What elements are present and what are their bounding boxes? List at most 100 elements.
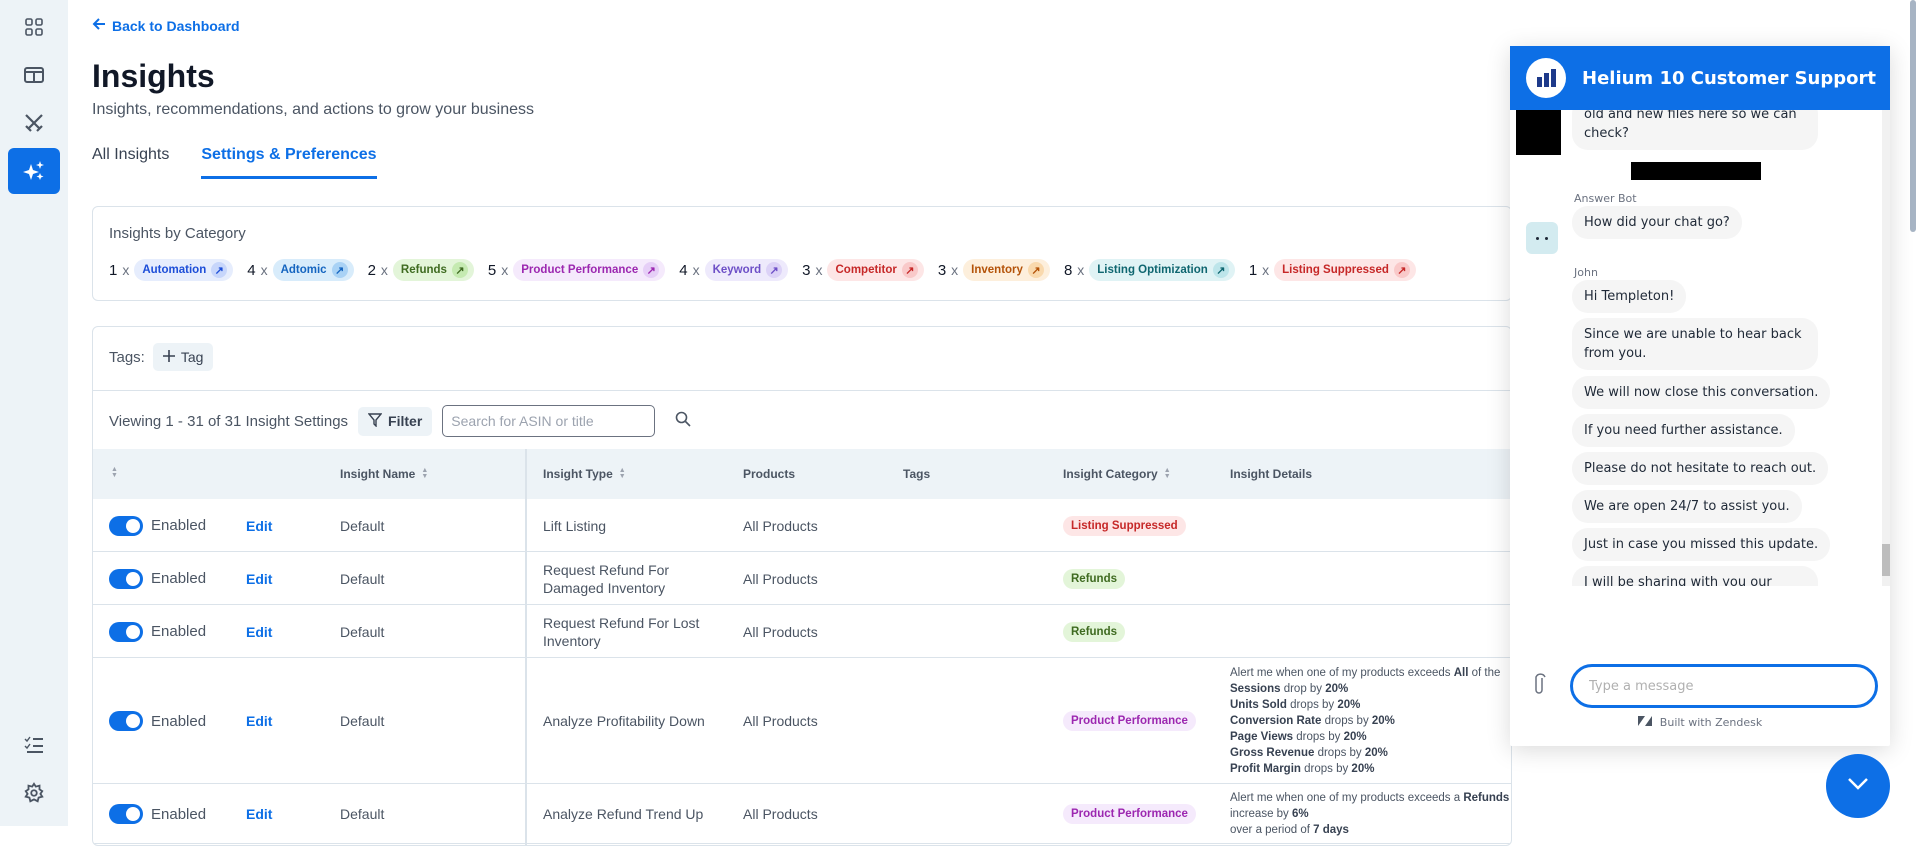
edit-cell: Edit <box>246 784 272 844</box>
enabled-toggle[interactable] <box>109 568 143 589</box>
insight-type-cell: Lift Listing <box>543 517 607 534</box>
zendesk-footer[interactable]: Built with Zendesk <box>1510 716 1890 729</box>
plus-icon <box>162 349 175 365</box>
category-chip-label: Competitor <box>835 264 897 276</box>
grid-icon[interactable] <box>17 10 51 44</box>
category-multiplier: x <box>815 262 823 278</box>
insight-detail-line: Page Views drops by 20% <box>1230 731 1367 743</box>
gear-icon[interactable] <box>17 776 51 810</box>
insight-type-cell: Request Refund For Damaged Inventory <box>543 561 670 596</box>
table-header: ▲ ▼ Insight Name ▲ ▼ Insight Type ▲ ▼ Product… <box>93 449 1511 499</box>
status-cell: Enabled <box>109 499 206 552</box>
checklist-icon[interactable] <box>17 728 51 762</box>
category-multiplier: x <box>501 262 509 278</box>
search-icon[interactable] <box>675 411 691 431</box>
category-chip[interactable]: Keyword ↗ <box>704 259 789 281</box>
message-input[interactable] <box>1570 664 1878 708</box>
table-row: Enabled Edit Default Request Refund For Dam… <box>93 552 1511 605</box>
status-cell: Enabled <box>109 658 206 784</box>
category-chip[interactable]: Adtomic ↗ <box>272 259 354 281</box>
category-multiplier: x <box>1262 262 1270 278</box>
enabled-toggle[interactable] <box>109 711 143 731</box>
add-tag-button[interactable]: Tag <box>152 343 214 371</box>
insight-detail-line: Conversion Rate drops by 20% <box>1230 715 1395 727</box>
products-cell: All Products <box>743 570 818 587</box>
tabs: All Insights Settings & Preferences <box>92 146 377 179</box>
table-row: Enabled Edit Default Analyze Refund Trend U… <box>93 784 1511 844</box>
category-count: 4 <box>247 261 256 279</box>
edit-link[interactable]: Edit <box>246 571 272 587</box>
sort-icon[interactable]: ▲ ▼ <box>1164 467 1171 480</box>
column-insight-name[interactable]: Insight Name ▲ ▼ <box>340 467 428 481</box>
insight-type-cell: Request Refund For Lost Inventory <box>543 614 700 649</box>
tab-settings-preferences[interactable]: Settings & Preferences <box>201 146 377 179</box>
category-multiplier: x <box>951 262 959 278</box>
sort-icon[interactable]: ▲ ▼ <box>111 466 118 479</box>
category-count: 3 <box>937 261 947 279</box>
category-chip[interactable]: Competitor ↗ <box>827 259 924 281</box>
enabled-toggle[interactable] <box>109 804 143 824</box>
category-chip[interactable]: Listing Suppressed ↗ <box>1274 259 1416 281</box>
column-insight-type[interactable]: Insight Type ▲ ▼ <box>543 467 626 481</box>
edit-link[interactable]: Edit <box>246 518 272 534</box>
chat-title: Helium 10 Customer Support <box>1582 67 1876 89</box>
tab-all-insights[interactable]: All Insights <box>92 146 169 179</box>
sort-icon[interactable]: ▲ ▼ <box>421 467 428 480</box>
chat-minimize-button[interactable] <box>1826 754 1890 818</box>
insight-details-cell: Alert me when one of my products exceeds… <box>1230 658 1500 784</box>
enabled-toggle[interactable] <box>109 515 143 536</box>
paperclip-icon[interactable] <box>1532 672 1546 702</box>
category-chip[interactable]: Listing Optimization ↗ <box>1089 259 1235 281</box>
bot-name: Answer Bot <box>1574 192 1637 205</box>
category-multiplier: x <box>1077 262 1085 278</box>
category-chip-label: Adtomic <box>280 264 327 276</box>
chat-messages: old and new files here so we can check? … <box>1510 110 1882 586</box>
chat-scrollbar-thumb[interactable] <box>1882 544 1890 576</box>
sidebar <box>0 0 68 826</box>
category-item: 2 x Refunds ↗ <box>368 259 474 281</box>
redacted-timestamp <box>1631 162 1761 180</box>
category-chip-label: Keyword <box>712 264 762 276</box>
enabled-toggle[interactable] <box>109 621 143 642</box>
tags-label: Tags: <box>109 348 145 366</box>
category-chip[interactable]: Automation ↗ <box>134 259 234 281</box>
category-chip[interactable]: Product Performance ↗ <box>513 259 666 281</box>
category-chip-label: Inventory <box>971 264 1023 276</box>
sort-icon[interactable]: ▲ ▼ <box>619 467 626 480</box>
column-tags: Tags <box>903 467 931 481</box>
insight-category-cell: Listing Suppressed <box>1063 499 1186 552</box>
page-scrollbar[interactable] <box>1910 0 1916 232</box>
edit-link[interactable]: Edit <box>246 806 272 822</box>
enabled-label: Enabled <box>151 517 207 534</box>
back-to-dashboard-link[interactable]: Back to Dashboard <box>92 17 240 34</box>
category-multiplier: x <box>260 262 268 278</box>
crossed-swords-icon[interactable] <box>17 106 51 140</box>
products-cell: All Products <box>743 713 818 729</box>
search-input[interactable] <box>442 405 656 437</box>
edit-cell: Edit <box>246 499 272 552</box>
sparkles-icon[interactable] <box>8 148 60 194</box>
agent-message: I will be sharing with you our latest bl… <box>1572 566 1818 586</box>
arrow-up-right-icon: ↗ <box>451 262 468 278</box>
insight-detail-line: Gross Revenue drops by 20% <box>1230 747 1388 759</box>
category-badge: Refunds <box>1063 621 1125 642</box>
category-chip[interactable]: Inventory ↗ <box>963 259 1050 281</box>
category-badge: Product Performance <box>1063 711 1196 731</box>
insight-type-cell: Analyze Refund Trend Up <box>543 806 704 822</box>
column-insight-category[interactable]: Insight Category ▲ ▼ <box>1063 467 1171 481</box>
column-status[interactable]: ▲ ▼ <box>111 466 118 479</box>
category-badge: Refunds <box>1063 568 1125 589</box>
layout-panel-icon[interactable] <box>17 58 51 92</box>
products-cell: All Products <box>743 517 818 534</box>
filter-button[interactable]: Filter <box>358 406 433 436</box>
edit-link[interactable]: Edit <box>246 624 272 640</box>
edit-link[interactable]: Edit <box>246 713 272 729</box>
insights-by-category-card: Insights by Category 1 x Automation ↗ 4 x Adto… <box>92 206 1512 301</box>
category-chip-label: Listing Suppressed <box>1282 264 1389 276</box>
arrow-left-icon <box>92 17 106 34</box>
arrow-up-right-icon: ↗ <box>1212 262 1229 278</box>
category-chip[interactable]: Refunds ↗ <box>392 259 474 281</box>
arrow-up-right-icon: ↗ <box>643 262 660 278</box>
category-count: 8 <box>1063 261 1073 279</box>
chat-scrollbar[interactable] <box>1882 110 1890 586</box>
